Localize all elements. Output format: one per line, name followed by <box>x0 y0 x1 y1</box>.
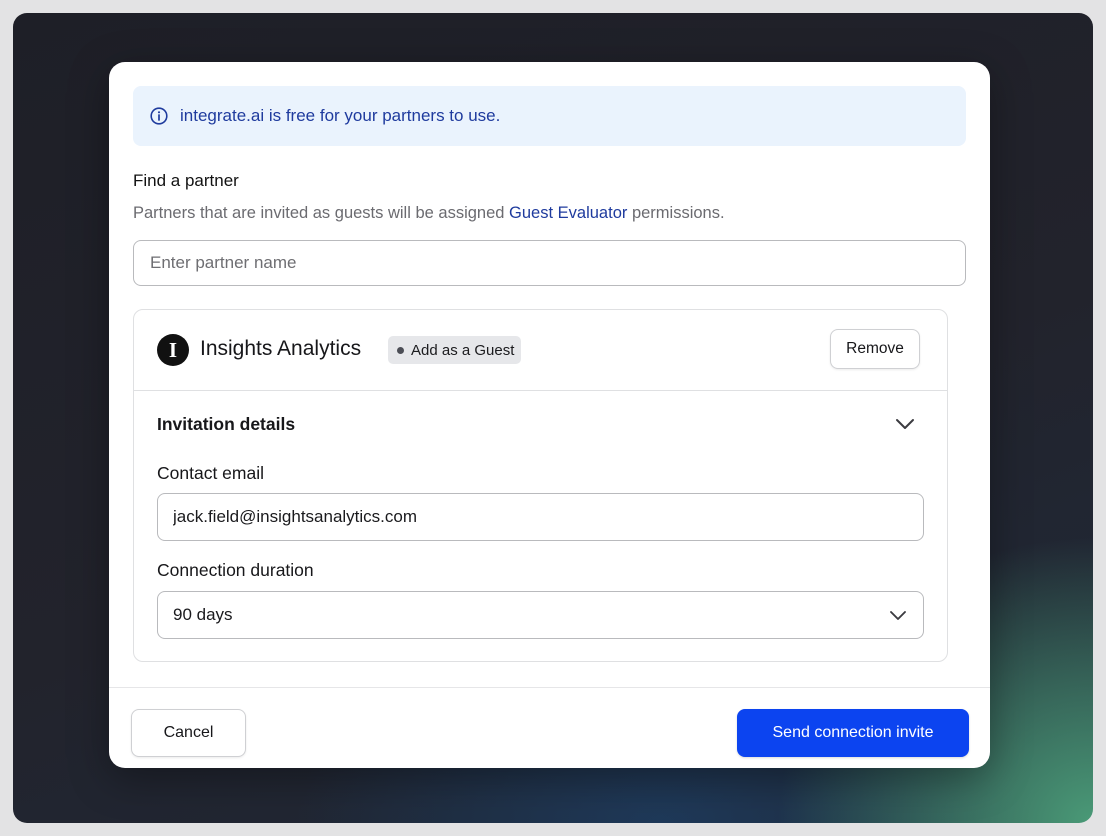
contact-email-field[interactable] <box>157 493 924 541</box>
invitation-details-heading[interactable]: Invitation details <box>157 414 295 435</box>
cancel-button[interactable]: Cancel <box>131 709 246 757</box>
partner-logo: I <box>157 334 189 366</box>
selected-partner-card: I Insights Analytics Add as a Guest Remo… <box>133 309 948 662</box>
remove-partner-button[interactable]: Remove <box>830 329 920 369</box>
find-partner-label: Find a partner <box>133 171 239 190</box>
guest-status-badge: Add as a Guest <box>388 336 522 364</box>
partner-card-header: I Insights Analytics Add as a Guest Remo… <box>134 310 947 391</box>
connection-duration-select[interactable]: 90 days <box>157 591 924 639</box>
chevron-down-icon[interactable] <box>894 416 916 432</box>
duration-selected-value: 90 days <box>173 605 233 624</box>
contact-email-label: Contact email <box>157 463 264 483</box>
background-canvas: integrate.ai is free for your partners t… <box>13 13 1093 823</box>
help-text-suffix: permissions. <box>627 204 725 222</box>
info-banner: integrate.ai is free for your partners t… <box>133 86 966 146</box>
partner-search-input[interactable] <box>133 240 966 286</box>
help-text-prefix: Partners that are invited as guests will… <box>133 204 510 222</box>
partner-name: Insights Analytics <box>200 337 362 360</box>
guest-evaluator-link[interactable]: Guest Evaluator <box>509 204 627 222</box>
select-chevron-down-icon <box>888 608 908 622</box>
send-connection-invite-button[interactable]: Send connection invite <box>737 709 969 757</box>
banner-text: integrate.ai is free for your partners t… <box>180 106 501 125</box>
invite-partner-modal: integrate.ai is free for your partners t… <box>109 62 990 768</box>
guest-badge-label: Add as a Guest <box>411 341 515 359</box>
info-circle-icon <box>150 107 168 125</box>
badge-dot-icon <box>397 346 404 354</box>
footer-divider <box>109 687 990 688</box>
connection-duration-label: Connection duration <box>157 560 314 580</box>
guest-permissions-help: Partners that are invited as guests will… <box>133 204 725 223</box>
